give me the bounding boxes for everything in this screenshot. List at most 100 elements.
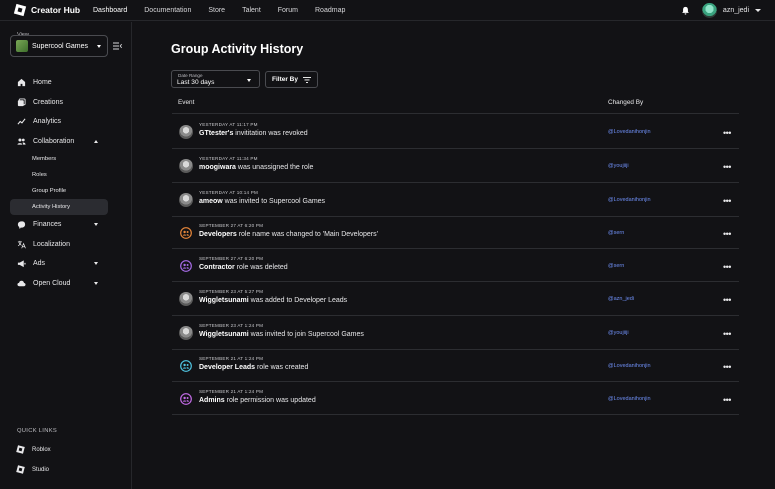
finances-icon (17, 221, 26, 229)
sidebar-item-creations[interactable]: Creations (10, 93, 108, 113)
changed-by-link[interactable]: @Lovedanihonjin (608, 363, 651, 369)
more-options-icon[interactable]: ••• (723, 395, 731, 404)
changed-by-link[interactable]: @sern (608, 263, 624, 269)
more-options-icon[interactable]: ••• (723, 262, 731, 271)
top-right-controls: azn_jedi (681, 0, 775, 21)
creations-icon (17, 98, 26, 106)
sidebar: View Supercool Games Home Creations Anal… (0, 22, 132, 489)
view-select[interactable]: Supercool Games (10, 35, 108, 57)
page-title: Group Activity History (171, 42, 304, 56)
event-description: Developers role name was changed to 'Mai… (199, 231, 378, 238)
changed-by-link[interactable]: @Lovedanihonjin (608, 197, 651, 203)
sidebar-subitem-members[interactable]: Members (10, 151, 108, 167)
chevron-down-icon (94, 223, 98, 226)
open-cloud-icon (17, 280, 26, 286)
nav-dashboard[interactable]: Dashboard (93, 7, 127, 14)
more-options-icon[interactable]: ••• (723, 197, 731, 206)
event-description: moogiwara was unassigned the role (199, 164, 313, 171)
event-timestamp: SEPTEMBER 23 AT 5:27 PM (199, 289, 264, 294)
table-row: SEPTEMBER 23 AT 1:24 PM Wiggletsunami was… (172, 316, 739, 350)
event-action: role was created (255, 364, 309, 371)
user-avatar[interactable] (701, 3, 717, 18)
event-description: Wiggletsunami was invited to join Superc… (199, 331, 364, 338)
role-icon (180, 392, 192, 405)
nav-roadmap[interactable]: Roadmap (315, 7, 345, 14)
sidebar-item-label: Creations (33, 98, 63, 106)
bell-icon[interactable] (681, 6, 690, 15)
changed-by-link[interactable]: @youjiiji (608, 163, 629, 169)
quick-links-title: QUICK LINKS (17, 428, 58, 434)
filter-by-button[interactable]: Filter By (265, 71, 318, 88)
sidebar-item-ads[interactable]: Ads (10, 254, 108, 274)
roblox-icon (16, 445, 25, 454)
roblox-logo-icon (13, 3, 27, 17)
event-description: Developer Leads role was created (199, 364, 308, 371)
user-name[interactable]: azn_jedi (723, 7, 749, 14)
sidebar-item-label: Analytics (33, 118, 62, 126)
nav-talent[interactable]: Talent (242, 7, 261, 14)
event-timestamp: YESTERDAY AT 11:17 PM (199, 121, 258, 127)
user-avatar (179, 159, 193, 173)
nav-documentation[interactable]: Documentation (144, 7, 191, 14)
event-description: Contractor role was deleted (199, 264, 288, 271)
table-body: YESTERDAY AT 11:17 PM GTtester's invitita… (172, 114, 739, 415)
changed-by-link[interactable]: @youjiiji (608, 330, 629, 336)
more-options-icon[interactable]: ••• (723, 163, 731, 172)
table-header: Event Changed By (172, 98, 739, 114)
changed-by-link[interactable]: @sern (608, 230, 624, 236)
more-options-icon[interactable]: ••• (723, 128, 731, 137)
date-range-select[interactable]: Date Range Last 30 days (171, 70, 260, 88)
sidebar-item-analytics[interactable]: Analytics (10, 112, 108, 132)
chevron-down-icon (97, 44, 101, 48)
event-subject: Admins (199, 396, 225, 404)
changed-by-link[interactable]: @azn_jedi (608, 296, 634, 302)
table-row: SEPTEMBER 27 AT 6:20 PM Developers role n… (172, 217, 739, 249)
user-avatar (179, 124, 193, 139)
filter-icon (303, 76, 311, 83)
ads-icon (17, 260, 26, 268)
nav-store[interactable]: Store (208, 7, 225, 14)
game-thumbnail (16, 40, 28, 52)
role-icon (180, 259, 192, 272)
quick-link-studio[interactable]: Studio (16, 465, 49, 474)
sidebar-item-home[interactable]: Home (10, 73, 108, 93)
more-options-icon[interactable]: ••• (723, 296, 731, 305)
sidebar-item-label: Collaboration (33, 137, 75, 145)
more-options-icon[interactable]: ••• (723, 330, 731, 339)
event-subject: Wiggletsunami (199, 331, 249, 338)
user-avatar (179, 292, 193, 306)
changed-by-link[interactable]: @Lovedanihonjin (608, 396, 651, 402)
sidebar-item-label: Localization (33, 240, 70, 248)
sidebar-item-localization[interactable]: Localization (10, 235, 108, 255)
sidebar-item-open-cloud[interactable]: Open Cloud (10, 274, 108, 294)
more-options-icon[interactable]: ••• (723, 363, 731, 372)
sidebar-item-collaboration[interactable]: Collaboration (10, 132, 108, 152)
event-subject: Developers (199, 231, 237, 238)
sidebar-menu: Home Creations Analytics Collaboration M… (10, 73, 108, 293)
role-icon (180, 360, 192, 372)
changed-by-link[interactable]: @Lovedanihonjin (608, 129, 651, 135)
nav-forum[interactable]: Forum (278, 7, 298, 14)
creator-hub-logo[interactable]: Creator Hub (13, 3, 95, 17)
user-avatar (179, 326, 193, 340)
event-description: GTtester's invititation was revoked (199, 130, 308, 137)
collapse-sidebar-icon[interactable] (113, 42, 122, 50)
sidebar-subitem-group-profile[interactable]: Group Profile (10, 183, 108, 199)
more-options-icon[interactable]: ••• (723, 230, 731, 239)
sidebar-item-finances[interactable]: Finances (10, 215, 108, 235)
event-subject: Contractor (199, 263, 235, 271)
chevron-down-icon[interactable] (755, 9, 761, 12)
chevron-down-icon (94, 281, 98, 285)
sidebar-subitem-activity-history[interactable]: Activity History (10, 199, 108, 215)
event-action: was unassigned the role (235, 164, 314, 171)
event-action: invititation was revoked (233, 129, 308, 137)
sidebar-subitem-roles[interactable]: Roles (10, 167, 108, 183)
event-timestamp: SEPTEMBER 27 AT 6:20 PM (199, 223, 264, 228)
role-icon (180, 227, 192, 239)
table-row: YESTERDAY AT 11:17 PM GTtester's invitita… (172, 114, 739, 149)
event-timestamp: SEPTEMBER 27 AT 6:20 PM (199, 255, 264, 261)
event-timestamp: YESTERDAY AT 11:34 PM (199, 156, 258, 161)
quick-link-roblox[interactable]: Roblox (16, 445, 51, 454)
event-timestamp: SEPTEMBER 21 AT 1:24 PM (199, 388, 264, 394)
event-subject: ameow (199, 198, 223, 205)
